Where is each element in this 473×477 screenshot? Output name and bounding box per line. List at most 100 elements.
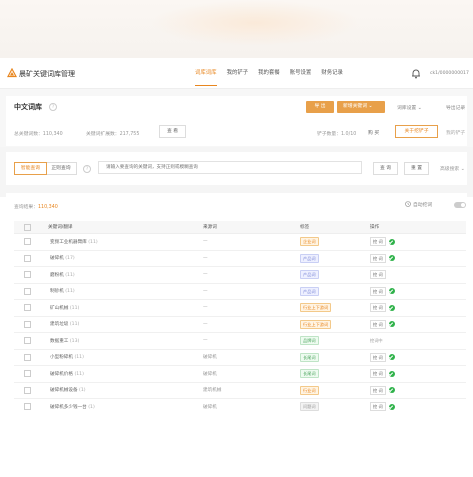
keyword-text[interactable]: 破碎机多少钱一台: [50, 405, 87, 410]
total-keywords-stat: 总关键词数：110,340: [14, 132, 63, 137]
keyword-count: (1): [79, 388, 86, 394]
nav-item-library[interactable]: 词库词库: [195, 60, 217, 88]
library-settings-dropdown[interactable]: 词库设置 ⌄: [397, 104, 422, 111]
row-checkbox[interactable]: [24, 320, 31, 328]
row-checkbox[interactable]: [24, 271, 31, 279]
result-number: 110,340: [38, 205, 58, 210]
my-shovels-link[interactable]: 我的铲子: [446, 129, 465, 136]
mining-status: 挖词中: [370, 337, 383, 343]
export-button[interactable]: 导 出: [306, 101, 334, 113]
tag-cell: 产品词: [300, 266, 370, 284]
help-icon[interactable]: ?: [83, 165, 91, 173]
mine-button[interactable]: 挖 词: [370, 286, 386, 296]
mine-button[interactable]: 挖 词: [370, 385, 386, 395]
row-checkbox[interactable]: [24, 370, 31, 378]
mine-button[interactable]: 挖 词: [370, 237, 386, 247]
row-checkbox[interactable]: [24, 337, 31, 345]
keyword-text[interactable]: 变频工业机器臂库: [50, 240, 87, 245]
user-account[interactable]: ck1/0000000017: [430, 71, 469, 76]
source-cell: —: [203, 233, 300, 251]
table-row: 磨粉机 (11) — 产品词挖 词: [14, 266, 466, 284]
keyword-text[interactable]: 破碎机: [50, 256, 64, 261]
keyword-text[interactable]: 破碎机价格: [50, 372, 73, 377]
nav-item-plan[interactable]: 我的套餐: [258, 60, 280, 88]
search-panel: 智能查询 正则查询 ? 查 询 重 置 高级搜索 ⌄: [6, 152, 467, 185]
reset-button[interactable]: 重 置: [404, 162, 429, 175]
export-records-link[interactable]: 导出记录: [446, 104, 465, 111]
source-cell: 破碎机: [203, 365, 300, 383]
auto-mining-label: 自动挖词: [413, 203, 433, 208]
select-all-cell: [14, 221, 48, 234]
keyword-text[interactable]: 建筑垃圾: [50, 322, 68, 327]
advanced-search-link[interactable]: 高级搜索 ⌄: [440, 165, 465, 172]
check-circle-icon: [388, 238, 395, 245]
select-all-checkbox[interactable]: [24, 223, 31, 231]
row-checkbox[interactable]: [24, 304, 31, 312]
actions-cell: 挖 词: [370, 266, 466, 284]
nav-item-shovels[interactable]: 我的铲子: [227, 60, 249, 88]
add-keyword-button[interactable]: 新增关键词 ⌄: [337, 101, 385, 113]
help-icon[interactable]: ?: [49, 103, 57, 111]
actions-cell: 挖 词: [370, 365, 466, 383]
tag-badge: 行业词: [300, 385, 319, 395]
keyword-text[interactable]: 数据重工: [50, 339, 68, 344]
keyword-cell: 数据重工 (13): [48, 332, 203, 350]
library-summary-panel: 中文词库 ? 导 出 新增关键词 ⌄ 词库设置 ⌄ 导出记录 总关键词数：110…: [6, 96, 467, 146]
app-title: 晨矿关键词库管理: [19, 70, 75, 78]
table-row: 制砂机 (11) — 产品词挖 词: [14, 283, 466, 300]
result-label: 查询结果：: [14, 205, 38, 210]
keyword-count: (11): [65, 289, 75, 295]
nav-item-account[interactable]: 账号设置: [290, 60, 312, 88]
source-cell: —: [203, 316, 300, 333]
row-checkbox[interactable]: [24, 287, 31, 295]
keyword-text[interactable]: 矿山机械: [50, 306, 68, 311]
actions-cell: 挖 词: [370, 398, 466, 416]
row-select-cell: [14, 316, 48, 333]
keyword-cell: 破碎机械设备 (1): [48, 382, 203, 399]
row-select-cell: [14, 283, 48, 300]
row-checkbox[interactable]: [24, 254, 31, 262]
mine-button[interactable]: 挖 词: [370, 319, 386, 329]
row-checkbox[interactable]: [24, 238, 31, 246]
mine-button[interactable]: 挖 词: [370, 303, 386, 313]
mine-button[interactable]: 挖 词: [370, 270, 386, 280]
header-source: 来源词: [203, 221, 300, 234]
mine-button[interactable]: 挖 词: [370, 253, 386, 263]
view-button[interactable]: 查 看: [159, 125, 186, 138]
check-circle-icon: [388, 321, 395, 328]
tag-badge: 产品词: [300, 270, 319, 280]
auto-mining-toggle[interactable]: [454, 202, 466, 208]
source-cell: 破碎机: [203, 349, 300, 366]
source-cell: —: [203, 283, 300, 300]
row-checkbox[interactable]: [24, 386, 31, 394]
about-shovel-button[interactable]: 关于挖铲子: [395, 125, 438, 138]
bell-icon[interactable]: [411, 68, 421, 79]
mine-button[interactable]: 挖 词: [370, 352, 386, 362]
keyword-text[interactable]: 磨粉机: [50, 273, 64, 278]
row-select-cell: [14, 332, 48, 350]
tag-cell: 行业上下游词: [300, 299, 370, 317]
tag-badge: 长尾词: [300, 369, 319, 379]
keyword-text[interactable]: 小型粉碎机: [50, 355, 73, 360]
query-button[interactable]: 查 询: [373, 162, 398, 175]
tag-badge: 品牌词: [300, 336, 319, 346]
row-checkbox[interactable]: [24, 353, 31, 361]
mine-button[interactable]: 挖 词: [370, 402, 386, 412]
mode-smart-query[interactable]: 智能查询: [14, 162, 47, 175]
nav-item-finance[interactable]: 财务记录: [321, 60, 343, 88]
row-checkbox[interactable]: [24, 403, 31, 411]
search-input[interactable]: [98, 161, 362, 174]
keyword-cell: 小型粉碎机 (11): [48, 349, 203, 366]
keyword-text[interactable]: 破碎机械设备: [50, 388, 78, 393]
keyword-cell: 建筑垃圾 (11): [48, 316, 203, 333]
table-row: 矿山机械 (11) — 行业上下游词挖 词: [14, 299, 466, 317]
actions-cell: 挖 词: [370, 299, 466, 317]
row-select-cell: [14, 250, 48, 267]
result-count: 查询结果：110,340: [14, 203, 58, 210]
mode-regex-query[interactable]: 正则查询: [46, 163, 76, 174]
purchase-link[interactable]: 购 买: [368, 129, 379, 136]
mine-button[interactable]: 挖 词: [370, 369, 386, 379]
keyword-text[interactable]: 制砂机: [50, 289, 64, 294]
tag-cell: 问题词: [300, 398, 370, 416]
keyword-cell: 变频工业机器臂库 (11): [48, 233, 203, 251]
